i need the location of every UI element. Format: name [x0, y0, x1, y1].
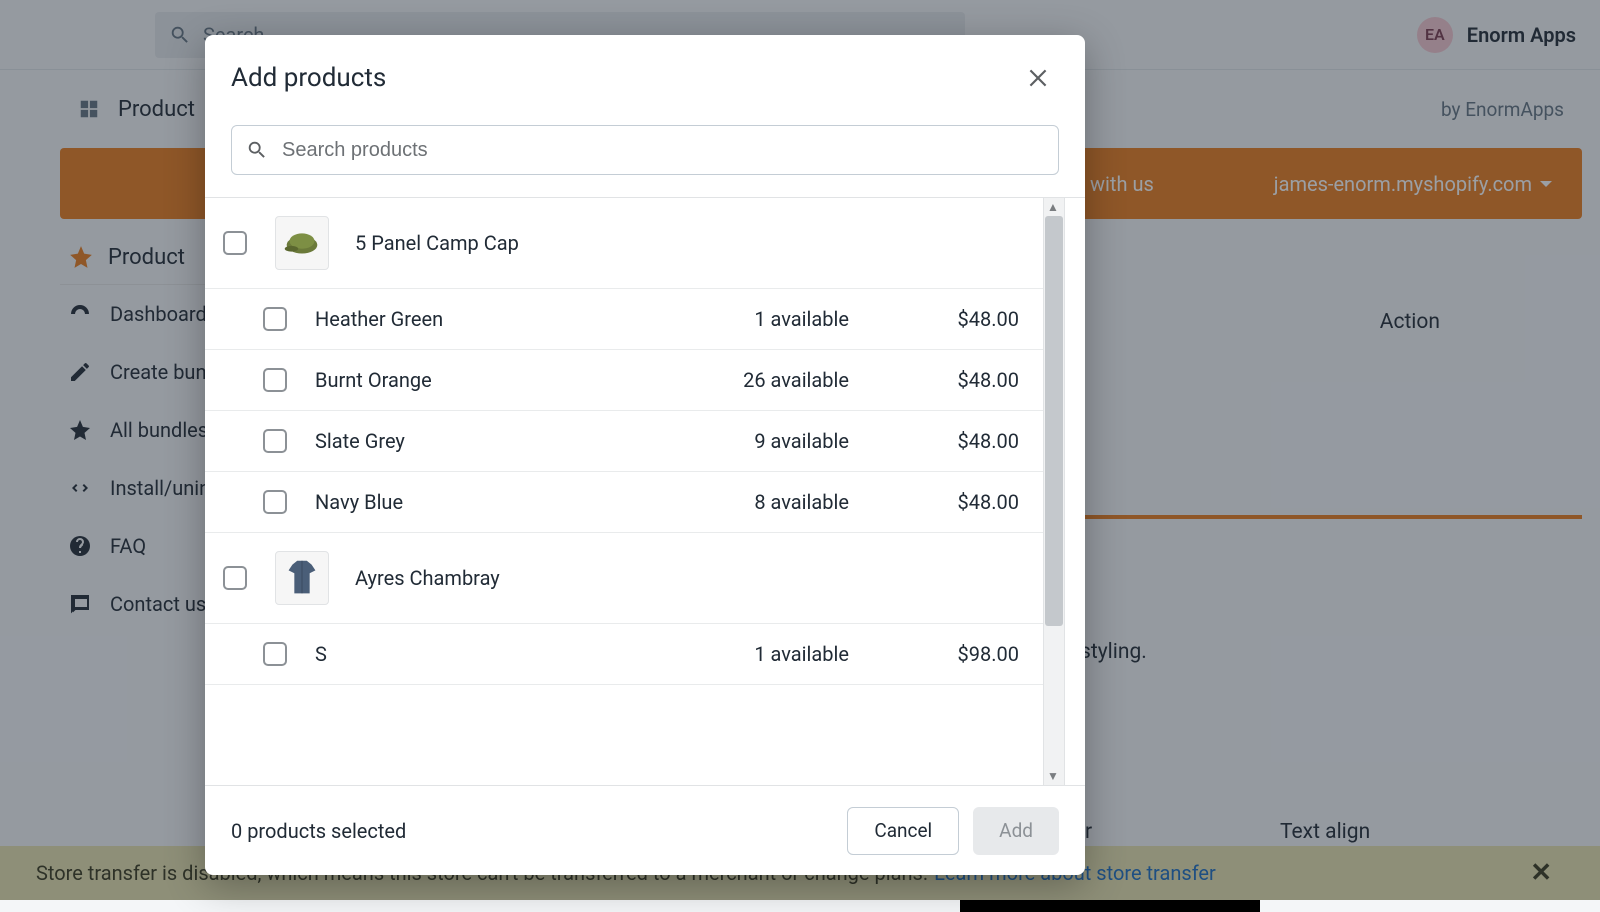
variant-availability: 9 available — [754, 429, 849, 453]
variant-row[interactable]: Burnt Orange 26 available $48.00 — [205, 350, 1043, 411]
product-name: 5 Panel Camp Cap — [355, 231, 519, 255]
variant-price: $98.00 — [889, 642, 1019, 666]
modal-footer: 0 products selected Cancel Add — [205, 785, 1085, 875]
modal-close-button[interactable] — [1021, 61, 1055, 95]
variant-availability: 8 available — [754, 490, 849, 514]
checkbox[interactable] — [263, 368, 287, 392]
variant-row[interactable]: S 1 available $98.00 — [205, 624, 1043, 685]
cancel-button[interactable]: Cancel — [847, 807, 959, 855]
scroll-down-icon[interactable]: ▼ — [1047, 769, 1061, 783]
checkbox[interactable] — [263, 642, 287, 666]
variant-price: $48.00 — [889, 368, 1019, 392]
product-row[interactable]: 5 Panel Camp Cap — [205, 198, 1043, 289]
shirt-icon — [279, 555, 325, 601]
checkbox[interactable] — [263, 490, 287, 514]
product-search-input[interactable] — [282, 139, 1044, 162]
product-thumb — [275, 216, 329, 270]
variant-name: Burnt Orange — [315, 368, 432, 392]
checkbox[interactable] — [263, 429, 287, 453]
variant-price: $48.00 — [889, 307, 1019, 331]
search-icon — [246, 139, 268, 161]
variant-name: S — [315, 642, 327, 666]
variant-availability: 26 available — [743, 368, 849, 392]
checkbox[interactable] — [223, 566, 247, 590]
variant-availability: 1 available — [754, 642, 849, 666]
cap-icon — [279, 220, 325, 266]
variant-name: Navy Blue — [315, 490, 403, 514]
variant-name: Heather Green — [315, 307, 443, 331]
variant-row[interactable]: Heather Green 1 available $48.00 — [205, 289, 1043, 350]
variant-price: $48.00 — [889, 429, 1019, 453]
modal-body: ▲ ▼ 5 Panel Camp Cap Heather Green 1 ava… — [205, 197, 1085, 785]
product-list: 5 Panel Camp Cap Heather Green 1 availab… — [205, 198, 1043, 785]
product-search-box[interactable] — [231, 125, 1059, 175]
product-row[interactable]: Ayres Chambray — [205, 533, 1043, 624]
selected-count: 0 products selected — [231, 819, 406, 843]
variant-name: Slate Grey — [315, 429, 405, 453]
scroll-up-icon[interactable]: ▲ — [1047, 200, 1061, 214]
variant-availability: 1 available — [754, 307, 849, 331]
variant-row[interactable]: Slate Grey 9 available $48.00 — [205, 411, 1043, 472]
close-icon — [1025, 65, 1051, 91]
variant-price: $48.00 — [889, 490, 1019, 514]
checkbox[interactable] — [223, 231, 247, 255]
scroll-thumb[interactable] — [1045, 216, 1063, 626]
variant-row[interactable]: Navy Blue 8 available $48.00 — [205, 472, 1043, 533]
add-products-modal: Add products ▲ ▼ 5 Panel Camp Cap Heathe… — [205, 35, 1085, 875]
product-name: Ayres Chambray — [355, 566, 500, 590]
product-thumb — [275, 551, 329, 605]
modal-title: Add products — [231, 63, 386, 93]
modal-header: Add products — [205, 35, 1085, 115]
checkbox[interactable] — [263, 307, 287, 331]
add-button[interactable]: Add — [973, 807, 1059, 855]
